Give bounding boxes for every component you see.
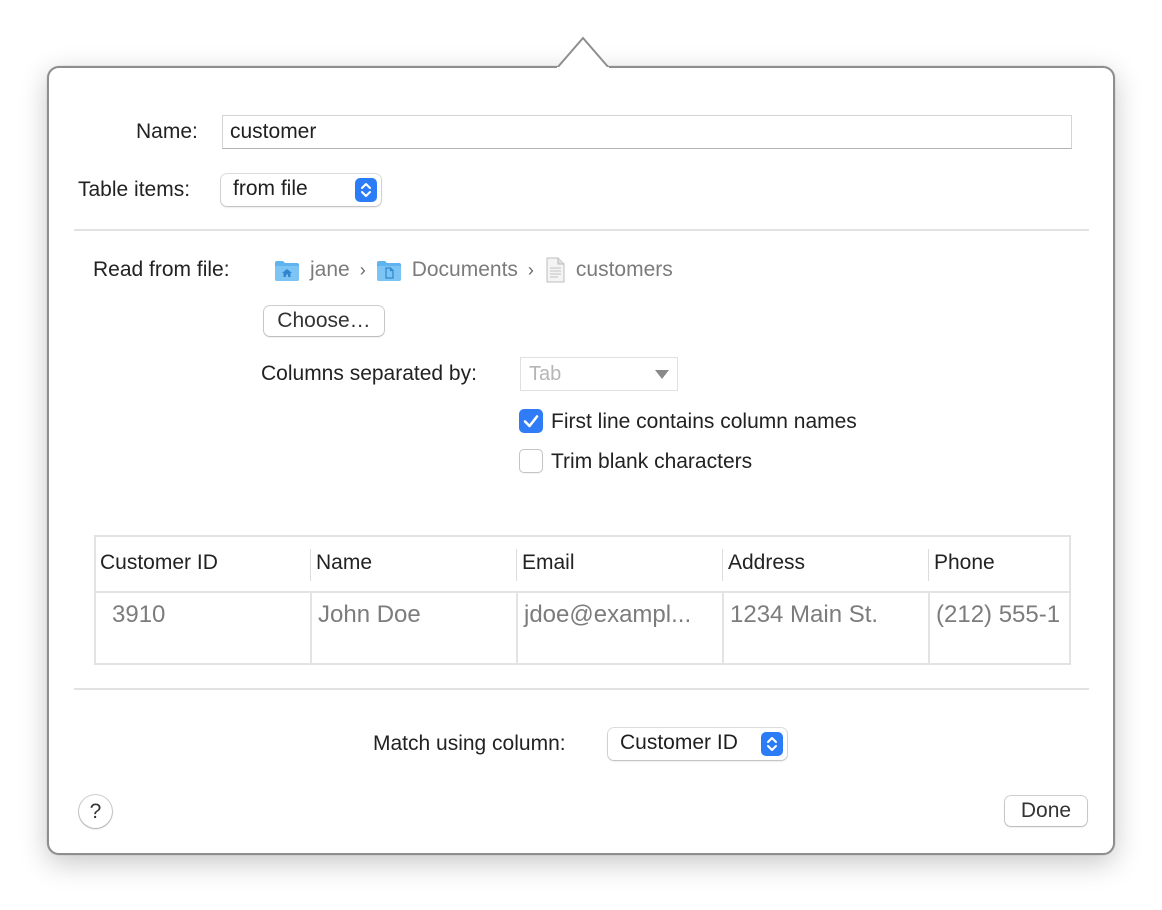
up-down-arrows-icon xyxy=(355,178,377,202)
match-column-label: Match using column: xyxy=(373,732,566,755)
separator-value: Tab xyxy=(529,363,562,385)
column-divider[interactable] xyxy=(310,549,311,581)
cell-divider xyxy=(310,593,312,663)
first-line-checkbox[interactable] xyxy=(519,409,543,433)
table-cell: jdoe@exampl... xyxy=(524,601,692,628)
table-cell: John Doe xyxy=(318,601,421,628)
table-cell: 3910 xyxy=(112,601,166,628)
divider xyxy=(74,688,1089,690)
column-header[interactable]: Customer ID xyxy=(100,551,218,575)
table-cell: 1234 Main St. xyxy=(730,601,879,628)
chevron-right-icon: › xyxy=(527,259,534,280)
table-items-label: Table items: xyxy=(78,178,191,201)
chevron-right-icon: › xyxy=(359,259,366,280)
columns-separated-label: Columns separated by: xyxy=(261,362,477,385)
table-items-value: from file xyxy=(233,177,308,200)
choose-button[interactable]: Choose… xyxy=(264,306,384,336)
cell-divider xyxy=(928,593,930,663)
path-item-label: Documents xyxy=(411,258,518,281)
read-from-file-label: Read from file: xyxy=(93,258,230,281)
text-file-icon xyxy=(546,257,565,283)
path-item-label: customers xyxy=(575,258,673,281)
cell-divider xyxy=(722,593,724,663)
match-column-popup[interactable]: Customer ID xyxy=(608,728,787,760)
column-header[interactable]: Phone xyxy=(934,551,995,575)
separator-combobox[interactable]: Tab xyxy=(520,357,678,391)
table-header-row: Customer ID Name Email Address Phone xyxy=(96,537,1069,593)
path-item-home[interactable]: jane xyxy=(274,258,350,282)
first-line-label: First line contains column names xyxy=(551,410,857,433)
match-column-value: Customer ID xyxy=(620,731,738,754)
trim-blank-label: Trim blank characters xyxy=(551,450,753,473)
path-item-file[interactable]: customers xyxy=(544,257,673,283)
column-divider[interactable] xyxy=(722,549,723,581)
cell-divider xyxy=(516,593,518,663)
table-cell: (212) 555-1 xyxy=(936,601,1061,628)
path-item-label: jane xyxy=(310,258,350,281)
file-path-control[interactable]: jane › Documents › customers xyxy=(274,256,673,284)
done-button[interactable]: Done xyxy=(1005,796,1087,826)
up-down-arrows-icon xyxy=(761,732,783,756)
checkmark-icon xyxy=(523,415,539,428)
column-divider[interactable] xyxy=(928,549,929,581)
preview-table: Customer ID Name Email Address Phone 391… xyxy=(94,535,1071,665)
help-button[interactable]: ? xyxy=(79,795,112,828)
trim-blank-checkbox[interactable] xyxy=(519,449,543,473)
table-items-popup[interactable]: from file xyxy=(221,174,381,206)
column-header[interactable]: Email xyxy=(522,551,575,575)
name-label: Name: xyxy=(136,120,198,143)
column-header[interactable]: Name xyxy=(316,551,372,575)
divider xyxy=(74,229,1089,231)
name-field[interactable]: customer xyxy=(222,115,1072,149)
path-item-documents[interactable]: Documents xyxy=(376,258,518,282)
home-folder-icon xyxy=(275,261,299,281)
popover-arrow xyxy=(557,36,609,70)
column-divider[interactable] xyxy=(516,549,517,581)
triangle-down-icon xyxy=(655,370,669,379)
column-header[interactable]: Address xyxy=(728,551,805,575)
table-settings-popover: Name: customer Table items: from file Re… xyxy=(47,66,1115,855)
documents-folder-icon xyxy=(376,261,401,281)
